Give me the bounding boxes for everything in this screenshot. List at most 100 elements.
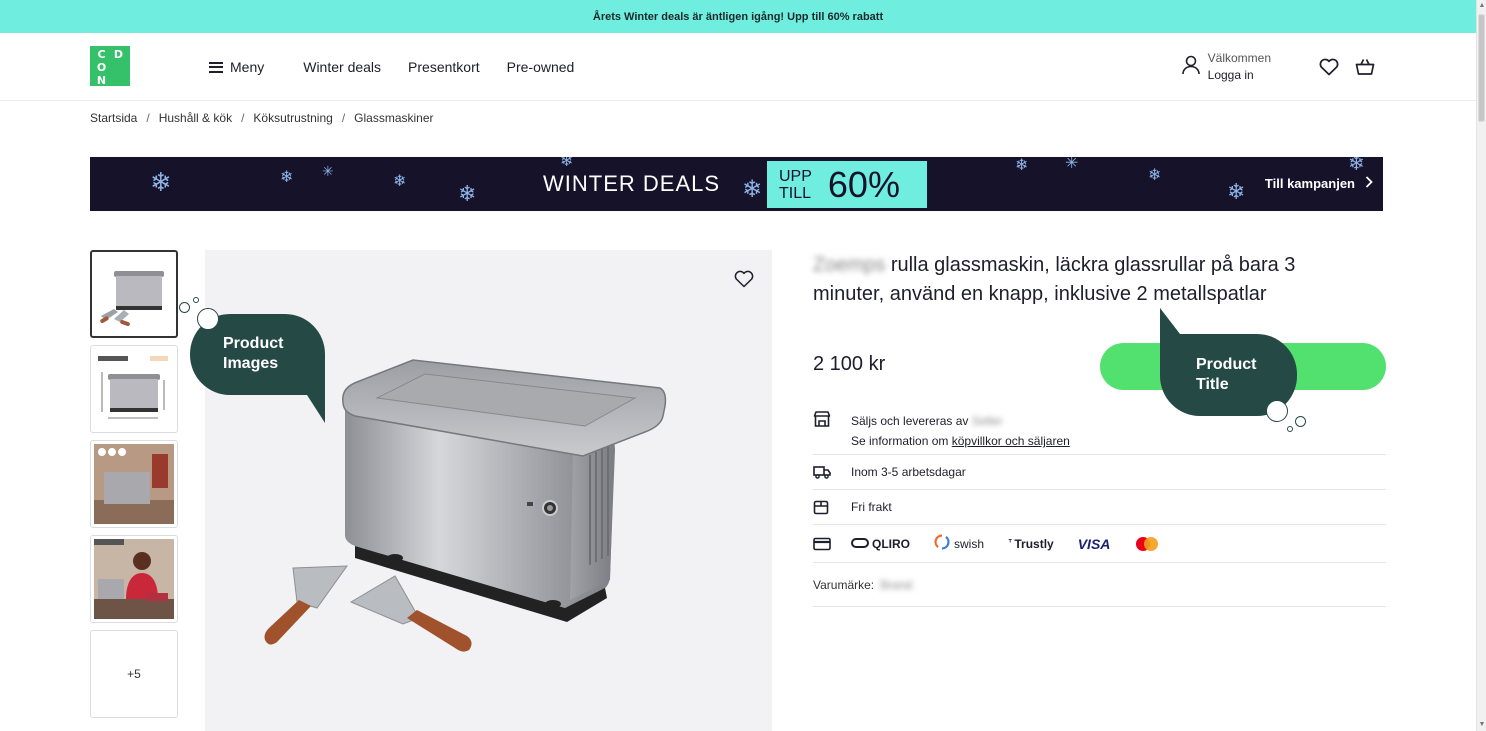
snowflake-icon: ✳ [322,163,334,179]
winter-deals-banner[interactable]: ❄ ❄ ✳ ❄ ❄ ❄ ❄ ❄ ✳ ❄ ❄ ❄ WINTER DEALS UPP… [90,157,1383,211]
person-using-machine-thumbnail [94,539,174,619]
trustly-label: Trustly [1014,536,1054,551]
seller-row: Säljs och levereras av Seller Se informa… [813,402,1386,455]
logo-letter: N [96,74,107,87]
chevron-right-icon [1365,176,1373,191]
breadcrumb-separator: / [341,111,346,125]
product-info: Säljs och levereras av Seller Se informa… [813,402,1386,607]
account-link[interactable]: Välkommen Logga in [1181,50,1271,84]
banner-cta[interactable]: Till kampanjen [1265,176,1373,191]
snowflake-icon: ❄ [150,167,172,197]
callout-line: Product [1196,356,1257,373]
logo-letter: C [97,48,106,61]
cart-basket-icon[interactable] [1354,56,1376,78]
page: Årets Winter deals är äntligen igång! Up… [0,0,1476,731]
snowflake-icon: ❄ [742,176,763,203]
snowflake-icon: ❄ [560,157,574,170]
site-header: C D O N Meny Winter deals Presentkort Pr… [0,33,1476,101]
banner-upp: UPP [779,167,812,185]
thumbnail-more[interactable]: +5 [90,630,178,718]
hamburger-icon [209,61,223,73]
seller-name[interactable]: Seller [972,414,1003,428]
snowflake-icon: ❄ [1348,157,1365,175]
more-images-count: +5 [127,667,141,681]
snowflake-icon: ❄ [280,169,294,186]
snowflake-icon: ❄ [1148,167,1162,184]
payment-trustly: ᐪ Trustly [1008,537,1054,551]
visa-label: VISA [1077,535,1111,552]
callout-line: Images [223,355,279,372]
brand-value[interactable]: Brand [880,578,912,592]
ice-cream-machine-thumbnail [100,271,164,327]
qliro-label: QLIRO [872,536,910,551]
login-link[interactable]: Logga in [1208,67,1271,84]
promo-text: Årets Winter deals är äntligen igång! Up… [592,10,884,23]
nav-item-winter-deals[interactable]: Winter deals [303,59,381,75]
menu-button[interactable]: Meny [209,59,264,75]
credit-card-icon [813,537,851,551]
nav-item-presentkort[interactable]: Presentkort [408,59,480,75]
shipping-text: Fri frakt [851,500,892,514]
delivery-row: Inom 3-5 arbetsdagar [813,455,1386,490]
nav-item-pre-owned[interactable]: Pre-owned [507,59,575,75]
scrollbar-thumb[interactable] [1478,14,1485,122]
logo-spacer [110,61,127,74]
thumbnail-4[interactable] [90,535,178,623]
snowflake-icon: ✳ [1065,157,1079,172]
callout-bubble [179,302,190,313]
breadcrumb-item[interactable]: Startsida [90,111,137,125]
trustly-logo-icon: ᐪ [1008,538,1013,550]
banner-percent: 60% [827,163,900,205]
store-icon [813,411,851,427]
thumbnail-3[interactable] [90,440,178,528]
cdon-logo[interactable]: C D O N [90,46,130,87]
product-title: Zoemps rulla glassmaskin, läckra glassru… [813,251,1353,309]
scroll-up-arrow-icon[interactable]: ▲ [1477,0,1486,12]
header-actions: Välkommen Logga in [1181,33,1376,101]
brand-label: Varumärke: [813,577,875,592]
logo-letter: D [113,48,124,61]
product-price: 2 100 kr [813,353,886,375]
terms-link[interactable]: köpvillkor och säljaren [952,434,1070,448]
snowflake-icon: ❄ [1227,179,1246,204]
snowflake-icon: ❄ [393,173,407,190]
swish-logo-icon [934,534,950,553]
menu-label: Meny [230,59,265,75]
payment-qliro: QLIRO [851,537,910,551]
scrollbar[interactable]: ▲ ▼ [1476,0,1486,731]
breadcrumb-item[interactable]: Köksutrustning [253,111,332,125]
brand-row: Varumärke: Brand [813,563,1386,607]
qliro-logo-icon [851,537,869,551]
main-nav: Meny Winter deals Presentkort Pre-owned [209,33,601,101]
payment-row: QLIRO swish ᐪ Trustly VISA [813,525,1386,563]
promo-bar[interactable]: Årets Winter deals är äntligen igång! Up… [0,0,1476,33]
sold-by-label: Säljs och levereras av [851,414,969,428]
banner-title: WINTER DEALS [543,171,721,196]
see-info-label: Se information om [851,434,949,448]
thumbnail-1[interactable] [90,250,178,338]
product-brand: Zoemps [813,254,886,276]
thumbnail-list: +5 [90,250,178,725]
kitchen-scene-thumbnail [94,444,174,524]
snowflake-icon: ❄ [1015,157,1029,174]
payment-swish: swish [934,534,984,553]
callout-bubble [197,308,219,330]
payment-visa: VISA [1078,536,1111,552]
delivery-text: Inom 3-5 arbetsdagar [851,465,966,479]
breadcrumb-separator: / [241,111,245,125]
thumbnail-2[interactable] [90,345,178,433]
banner-till: TILL [779,184,812,202]
breadcrumb-item[interactable]: Glassmaskiner [354,111,433,125]
callout-line: Product [223,335,284,352]
breadcrumb-item[interactable]: Hushåll & kök [159,111,232,125]
scroll-down-arrow-icon[interactable]: ▼ [1477,719,1486,731]
snowflake-icon: ❄ [458,181,477,206]
wishlist-heart-icon[interactable] [1318,56,1340,78]
product-title-text: rulla glassmaskin, läckra glassrullar på… [813,254,1296,305]
package-icon [813,499,851,515]
callout-line: Title [1196,376,1229,393]
banner-discount-box: UPP TILL 60% [767,161,927,208]
banner-cta-label: Till kampanjen [1264,176,1355,191]
truck-icon [813,465,851,479]
user-icon [1181,55,1200,80]
